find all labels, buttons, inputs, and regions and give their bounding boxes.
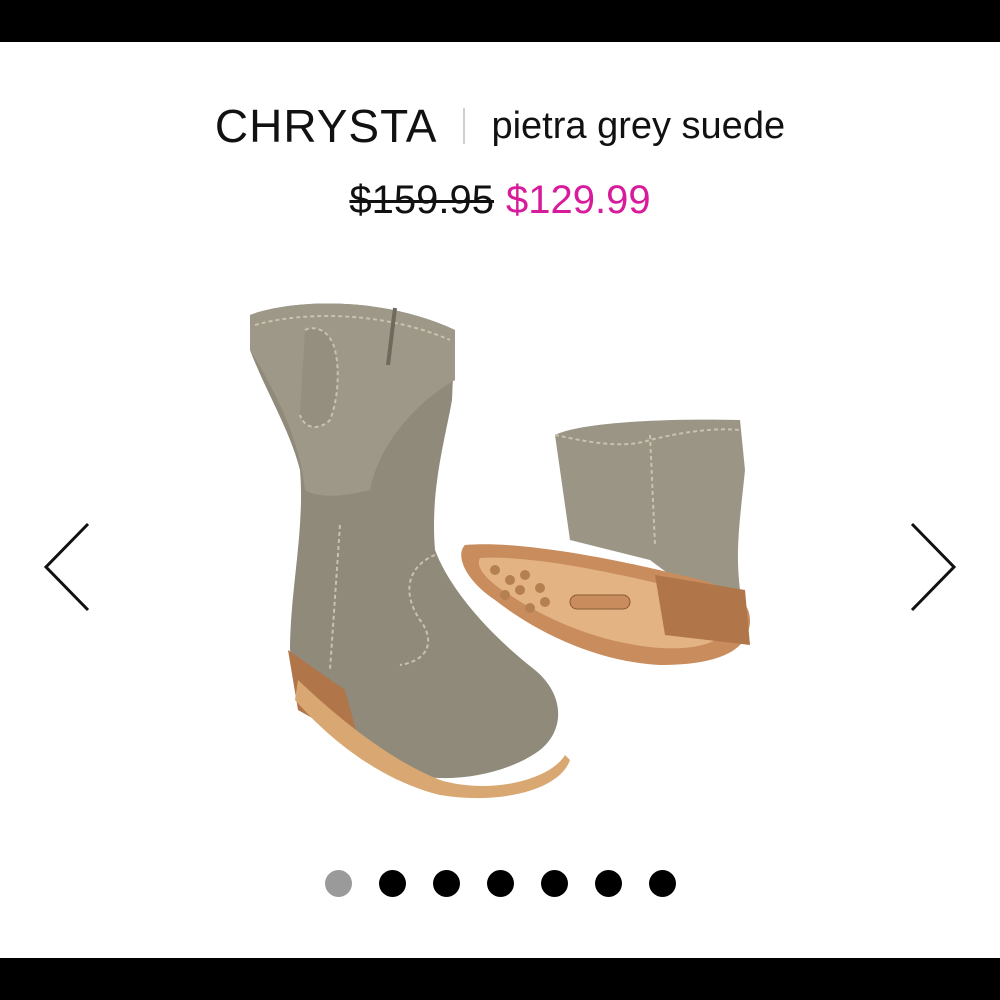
original-price: $159.95 (349, 177, 494, 222)
carousel-next-button[interactable] (908, 520, 958, 614)
boots-illustration (250, 303, 750, 799)
bottom-black-bar (0, 958, 1000, 1000)
sale-price: $129.99 (506, 177, 651, 222)
product-image[interactable] (220, 290, 780, 830)
price-row: $159.95 $129.99 (0, 170, 1000, 230)
carousel-dots (0, 868, 1000, 898)
carousel-dot[interactable] (324, 869, 352, 897)
top-black-bar (0, 0, 1000, 42)
carousel-dot[interactable] (540, 869, 568, 897)
carousel-dot[interactable] (648, 869, 676, 897)
title-divider (463, 108, 466, 144)
carousel-dot[interactable] (432, 869, 460, 897)
chevron-right-icon (910, 522, 957, 612)
chevron-left-icon (43, 522, 90, 612)
product-title: CHRYSTA pietra grey suede (0, 96, 1000, 156)
carousel-dot[interactable] (486, 869, 514, 897)
product-name: CHRYSTA (214, 100, 438, 152)
carousel-dot[interactable] (378, 869, 406, 897)
product-color: pietra grey suede (491, 104, 786, 147)
carousel-prev-button[interactable] (42, 520, 92, 614)
carousel-dot[interactable] (594, 869, 622, 897)
